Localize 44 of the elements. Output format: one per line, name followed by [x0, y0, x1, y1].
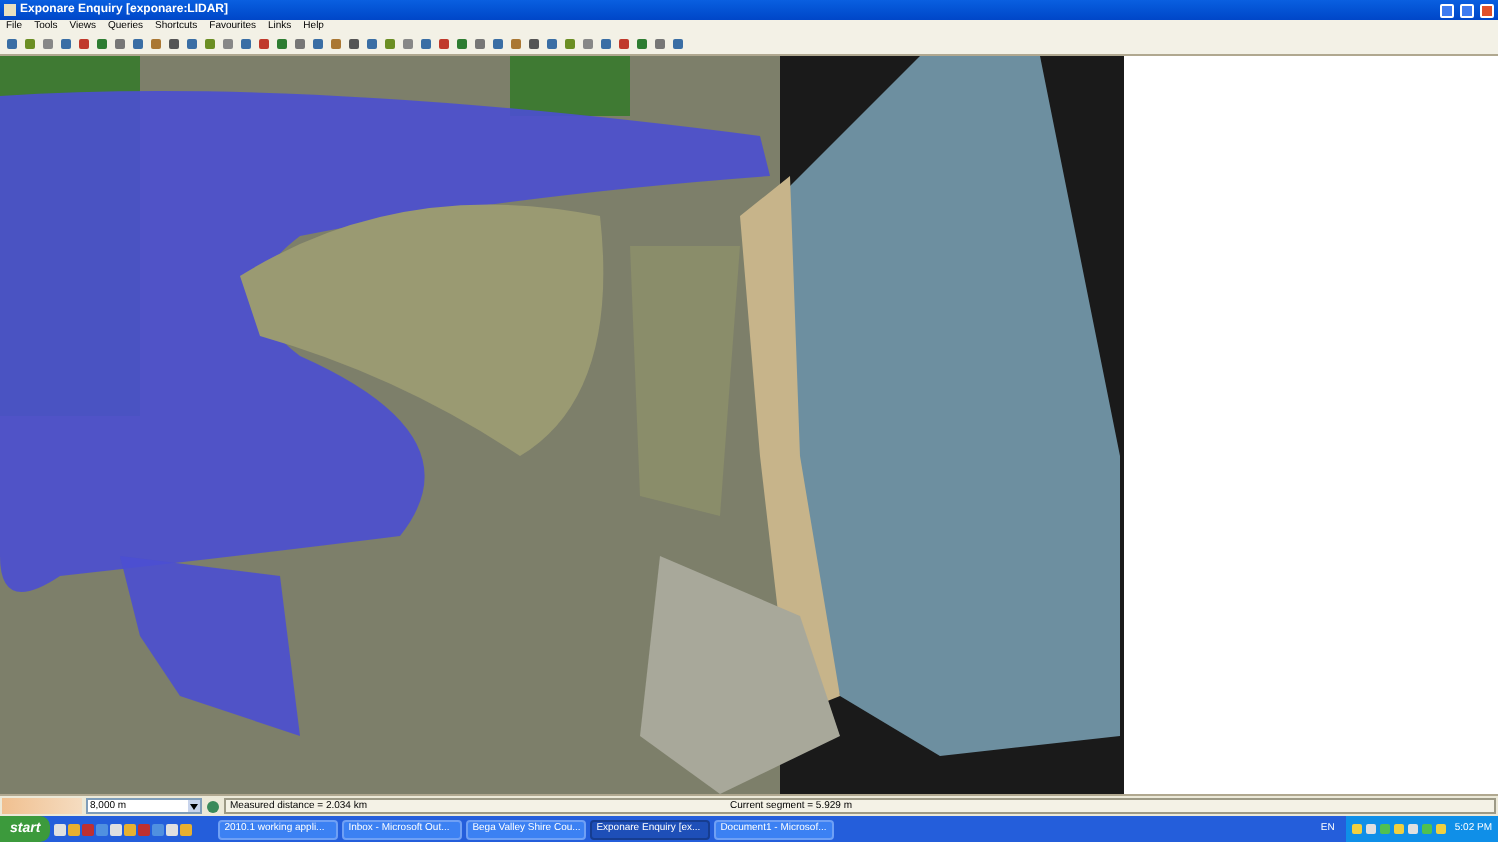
tool-button[interactable]: [634, 37, 648, 51]
tool-button[interactable]: [130, 37, 144, 51]
minimize-button[interactable]: [1440, 3, 1454, 17]
tool-button[interactable]: [508, 37, 522, 51]
tool-button[interactable]: [364, 37, 378, 51]
tool-button[interactable]: [256, 37, 270, 51]
tool-button[interactable]: [544, 37, 558, 51]
tool-button[interactable]: [292, 37, 306, 51]
tool-button[interactable]: [310, 37, 324, 51]
tool-button[interactable]: [490, 37, 504, 51]
tool-button[interactable]: [436, 37, 450, 51]
tool-button[interactable]: [616, 37, 630, 51]
app-icon: [4, 4, 16, 16]
tool-button[interactable]: [328, 37, 342, 51]
tool-button[interactable]: [76, 37, 90, 51]
tool-button[interactable]: [220, 37, 234, 51]
tool-button[interactable]: [238, 37, 252, 51]
tool-button[interactable]: [166, 37, 180, 51]
tool-button[interactable]: [40, 37, 54, 51]
tool-button[interactable]: [562, 37, 576, 51]
tool-button[interactable]: [58, 37, 72, 51]
tool-button[interactable]: [652, 37, 666, 51]
tool-button[interactable]: [148, 37, 162, 51]
tool-button[interactable]: [418, 37, 432, 51]
tool-button[interactable]: [4, 37, 18, 51]
tool-button[interactable]: [382, 37, 396, 51]
close-button[interactable]: [1480, 3, 1494, 17]
tool-button[interactable]: [112, 37, 126, 51]
tool-button[interactable]: [346, 37, 360, 51]
tool-button[interactable]: [22, 37, 36, 51]
tool-button[interactable]: [184, 37, 198, 51]
tool-button[interactable]: [598, 37, 612, 51]
tool-button[interactable]: [454, 37, 468, 51]
tool-button[interactable]: [670, 37, 684, 51]
caret-icon: [190, 803, 198, 809]
tool-button[interactable]: [274, 37, 288, 51]
tool-button[interactable]: [400, 37, 414, 51]
tool-button[interactable]: [580, 37, 594, 51]
tool-button[interactable]: [94, 37, 108, 51]
status-panel: [2, 798, 82, 814]
tool-button[interactable]: [526, 37, 540, 51]
maximize-button[interactable]: [1460, 3, 1474, 17]
tool-button[interactable]: [202, 37, 216, 51]
tool-button[interactable]: [472, 37, 486, 51]
